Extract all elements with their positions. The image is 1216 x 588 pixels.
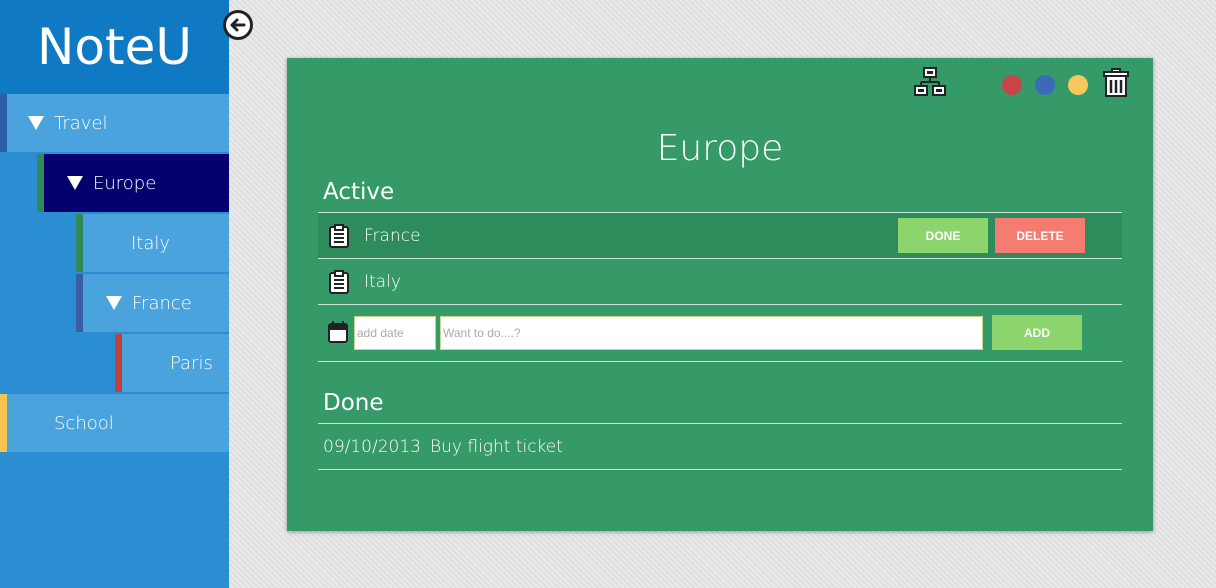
task-text: France — [364, 225, 421, 246]
sidebar-item-label: Travel — [54, 112, 108, 134]
color-strip — [0, 94, 7, 152]
done-item: 09/10/2013 Buy flight ticket — [323, 424, 1127, 469]
date-input[interactable] — [354, 316, 436, 350]
sidebar-item-label: School — [54, 412, 114, 434]
collapse-triangle-icon[interactable] — [67, 176, 83, 190]
sidebar: NoteU Travel Europe Italy France Paris S… — [0, 0, 229, 588]
color-red-swatch[interactable] — [1002, 75, 1022, 95]
divider — [318, 361, 1122, 362]
color-strip — [115, 334, 122, 392]
sidebar-item-paris[interactable]: Paris — [115, 334, 229, 392]
clipboard-icon — [329, 269, 349, 294]
task-input[interactable] — [440, 316, 983, 350]
sidebar-item-school[interactable]: School — [0, 394, 229, 452]
delete-button[interactable]: DELETE — [995, 218, 1085, 253]
color-strip — [37, 154, 44, 212]
done-button[interactable]: DONE — [898, 218, 988, 253]
color-yellow-swatch[interactable] — [1068, 75, 1088, 95]
color-strip — [76, 274, 83, 332]
color-strip — [0, 394, 7, 452]
active-heading: Active — [323, 179, 395, 205]
collapse-triangle-icon[interactable] — [106, 296, 122, 310]
done-heading: Done — [323, 390, 384, 416]
sidebar-item-italy[interactable]: Italy — [76, 214, 229, 272]
divider — [318, 304, 1122, 305]
task-text: Italy — [364, 271, 401, 292]
sidebar-item-label: France — [132, 292, 192, 314]
done-item-text: Buy flight ticket — [429, 436, 563, 457]
color-strip — [76, 214, 83, 272]
sidebar-item-label: Paris — [170, 352, 213, 374]
note-card: Europe Active France DONE DELETE Italy A… — [287, 58, 1153, 531]
clipboard-icon — [329, 223, 349, 248]
collapse-triangle-icon[interactable] — [28, 116, 44, 130]
trash-icon[interactable] — [1102, 68, 1130, 98]
hierarchy-icon[interactable] — [914, 66, 946, 98]
task-row[interactable]: Italy — [318, 259, 1122, 304]
done-item-date: 09/10/2013 — [323, 436, 421, 457]
add-button[interactable]: ADD — [992, 315, 1082, 350]
app-logo: NoteU — [0, 0, 229, 94]
color-blue-swatch[interactable] — [1035, 75, 1055, 95]
calendar-icon — [328, 321, 348, 343]
back-arrow-icon[interactable] — [223, 10, 253, 40]
sidebar-item-france[interactable]: France — [76, 274, 229, 332]
divider — [318, 469, 1122, 470]
sidebar-item-travel[interactable]: Travel — [0, 94, 229, 152]
sidebar-item-label: Europe — [93, 172, 157, 194]
note-title: Europe — [656, 128, 784, 169]
sidebar-item-label: Italy — [131, 232, 171, 254]
sidebar-item-europe[interactable]: Europe — [37, 154, 229, 212]
